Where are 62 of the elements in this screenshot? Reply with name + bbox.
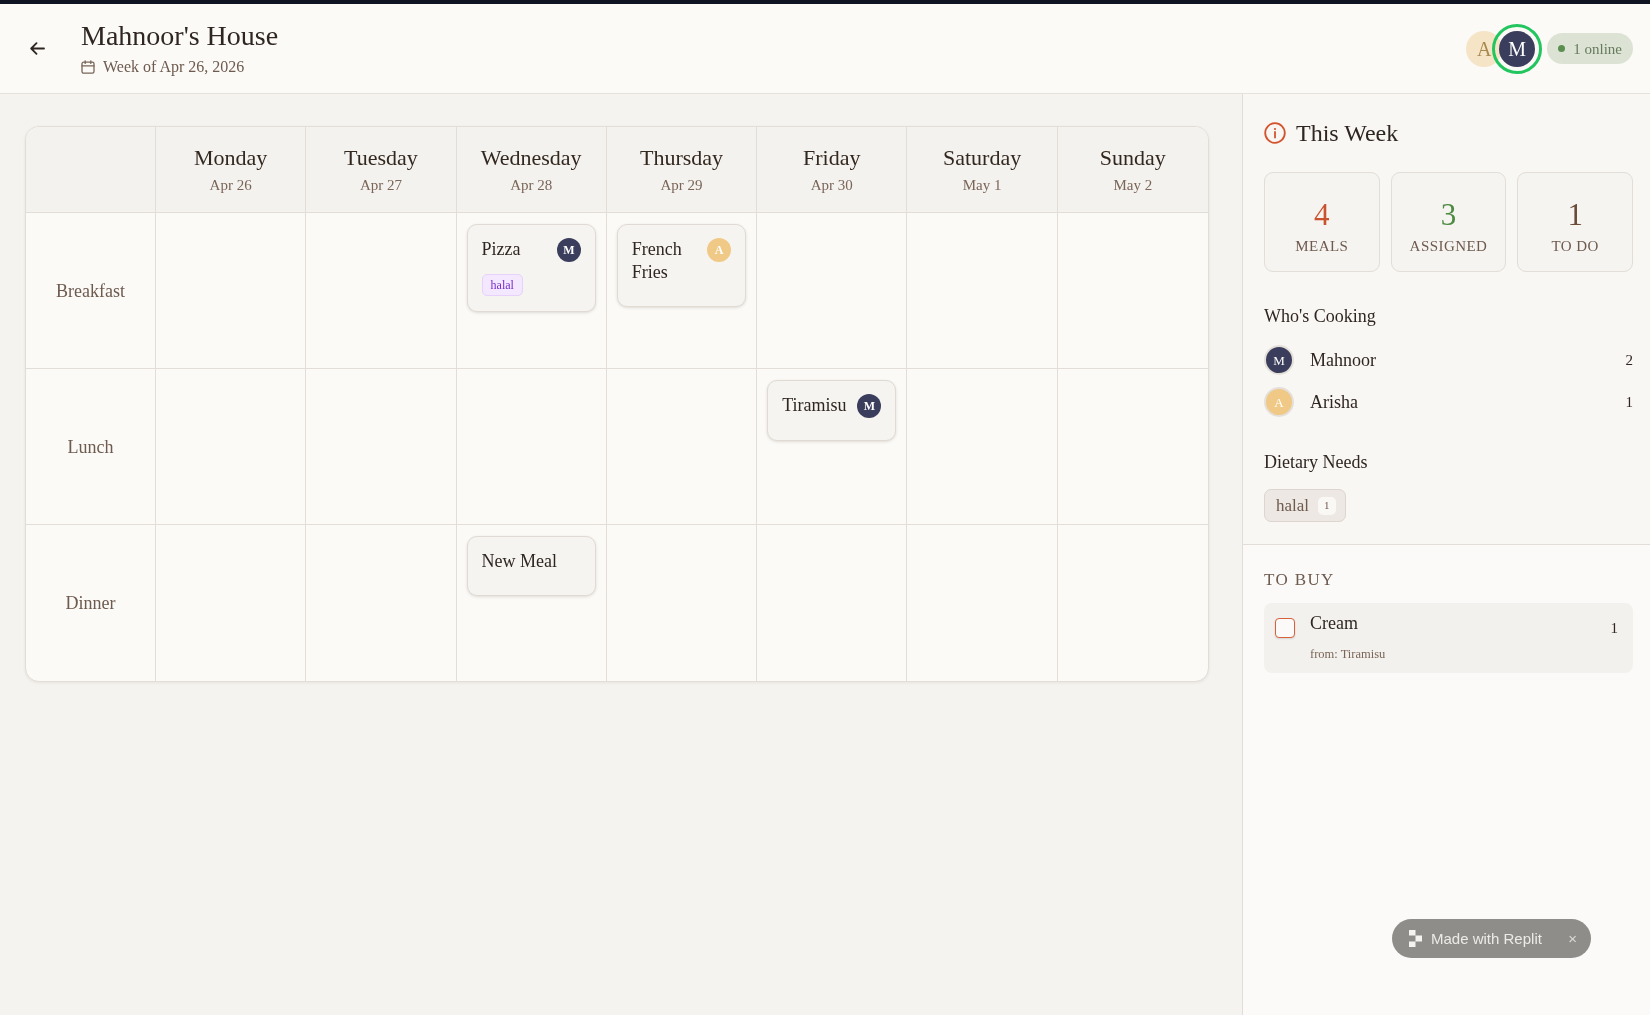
cook-avatar: M [857, 394, 882, 418]
day-date: Apr 29 [660, 176, 703, 194]
section-heading: Who's Cooking [1264, 305, 1377, 327]
day-name: Friday [803, 145, 861, 171]
back-arrow-icon [29, 42, 45, 55]
meal-slot-label: Breakfast [56, 279, 125, 302]
info-icon [1264, 122, 1286, 144]
meal-card[interactable]: Tiramisu M [767, 380, 897, 441]
item-name: Cream [1310, 612, 1359, 634]
stat-label: TO DO [1551, 237, 1599, 255]
stat-label: MEALS [1295, 237, 1349, 255]
meal-slot-label: Lunch [67, 435, 114, 458]
week-label: Week of Apr 26, 2026 [103, 57, 245, 77]
meal-title: French Fries [631, 238, 683, 284]
day-date: May 2 [1113, 176, 1153, 194]
meal-title: Pizza [481, 238, 521, 261]
replit-logo-icon [1409, 930, 1422, 947]
meal-count: 2 [1625, 351, 1633, 369]
panel-title: This Week [1296, 119, 1399, 147]
meal-title: Tiramisu [782, 394, 847, 417]
stat-value: 4 [1314, 199, 1330, 230]
stat-value: 3 [1440, 199, 1457, 230]
meal-count: 1 [1625, 393, 1633, 411]
chip-count: 1 [1318, 496, 1336, 515]
day-date: Apr 28 [510, 176, 553, 194]
item-source: from: Tiramisu [1310, 646, 1386, 662]
stat-value: 1 [1567, 199, 1583, 230]
meal-title: New Meal [481, 550, 558, 573]
day-name: Monday [193, 145, 268, 171]
chip-label: halal [1276, 495, 1310, 516]
day-date: May 1 [962, 176, 1002, 194]
user-avatar: A [1264, 387, 1294, 417]
person-name: Mahnoor [1310, 349, 1376, 371]
section-heading: Dietary Needs [1264, 451, 1369, 473]
diet-tag: halal [481, 274, 523, 296]
day-date: Apr 30 [810, 176, 853, 194]
meal-card[interactable]: French Fries A [616, 224, 747, 307]
user-avatar: M [1264, 345, 1294, 375]
meal-slot-label: Dinner [65, 592, 116, 614]
cook-avatar: A [707, 238, 732, 262]
checkbox[interactable] [1275, 618, 1295, 638]
meal-card[interactable]: Pizza M halal [466, 224, 596, 312]
day-name: Wednesday [480, 145, 582, 171]
presence-label: 1 online [1573, 39, 1622, 58]
day-name: Thursday [639, 145, 724, 171]
user-avatar: M [1492, 23, 1543, 74]
status-dot-icon [1558, 45, 1566, 52]
calendar-icon [81, 60, 95, 74]
day-name: Saturday [942, 145, 1022, 171]
cook-avatar: M [556, 238, 581, 262]
stat-label: ASSIGNED [1409, 237, 1488, 255]
day-name: Tuesday [344, 145, 418, 171]
person-name: Arisha [1310, 391, 1358, 413]
day-name: Sunday [1099, 145, 1166, 171]
diet-chip[interactable]: halal 1 [1264, 489, 1346, 522]
section-heading: TO BUY [1264, 570, 1336, 590]
page-title: Mahnoor's House [81, 20, 279, 52]
day-date: Apr 27 [359, 176, 402, 194]
badge-label: Made with Replit [1431, 929, 1542, 948]
meal-card[interactable]: New Meal [466, 536, 596, 596]
item-count: 1 [1610, 619, 1618, 638]
day-date: Apr 26 [209, 176, 252, 194]
